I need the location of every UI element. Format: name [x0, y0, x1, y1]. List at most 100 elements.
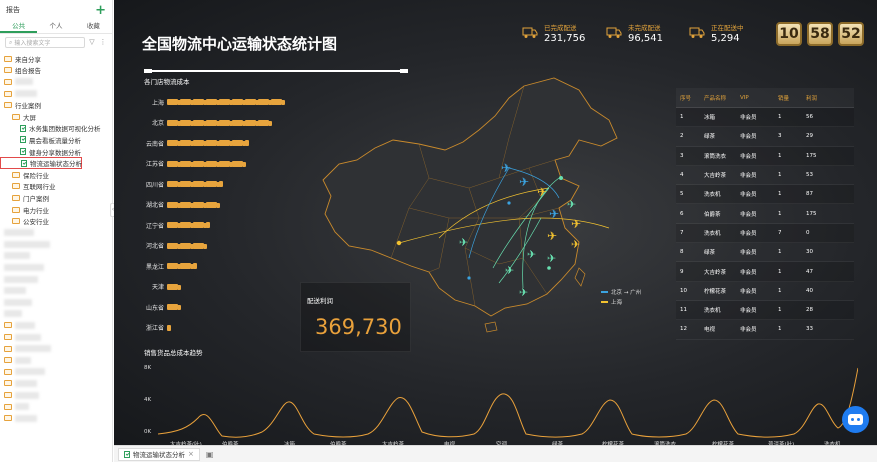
table-row[interactable]: 10 柠檬花茶 非会员 1 40: [676, 282, 854, 301]
folder-item[interactable]: 大屏: [0, 111, 112, 123]
bot-face: [848, 414, 863, 425]
table-cell: 7: [680, 229, 684, 236]
truck-icon: [193, 201, 207, 208]
close-icon[interactable]: ×: [188, 450, 194, 458]
city-label: 天津: [151, 284, 164, 292]
table-row[interactable]: 3 滚筒洗衣 非会员 1 175: [676, 146, 854, 166]
tree-item-label: 物流运输状态分析: [30, 160, 82, 169]
tab-list-icon[interactable]: ▣: [206, 450, 214, 459]
redacted-label: [15, 356, 31, 364]
table-cell: 绿茶: [704, 250, 716, 257]
folder-item[interactable]: [0, 88, 112, 100]
column-header[interactable]: 销量: [778, 94, 806, 102]
folder-item[interactable]: [0, 239, 112, 251]
report-item[interactable]: 水务集团数据可视化分析: [0, 123, 112, 135]
assistant-bot-icon[interactable]: [842, 406, 869, 433]
folder-item[interactable]: 门户案例: [0, 192, 112, 204]
folder-item[interactable]: [0, 389, 112, 401]
tab-logistics-analysis[interactable]: 物流运输状态分析 ×: [118, 447, 200, 461]
report-icon: [124, 450, 130, 458]
add-icon[interactable]: +: [95, 4, 106, 17]
table-row[interactable]: 9 大吉岭茶 非会员 1 47: [676, 262, 854, 282]
table-cell: 4: [680, 172, 684, 179]
report-item[interactable]: 物流运输状态分析: [0, 157, 82, 169]
city-label: 山东省: [145, 304, 164, 312]
folder-item[interactable]: [0, 331, 112, 343]
tab-public[interactable]: 公共: [0, 20, 38, 33]
folder-item[interactable]: [0, 378, 112, 390]
folder-item[interactable]: [0, 366, 112, 378]
plane-icon: ✈: [549, 207, 559, 221]
column-header[interactable]: 序号: [676, 94, 704, 102]
table-cell: 33: [806, 326, 813, 333]
truck-icon: [206, 201, 220, 208]
tab-personal[interactable]: 个人: [37, 20, 74, 33]
truck-icon: [232, 119, 246, 126]
table-cell: 53: [806, 172, 813, 179]
folder-item[interactable]: 互联网行业: [0, 181, 112, 193]
folder-item[interactable]: [0, 354, 112, 366]
folder-item[interactable]: 来自分享: [0, 53, 112, 65]
report-item[interactable]: 晨会看板流量分析: [0, 134, 112, 146]
folder-item[interactable]: [0, 296, 112, 308]
folder-item[interactable]: [0, 76, 112, 88]
table-row[interactable]: 2 绿茶 非会员 3 29: [676, 127, 854, 147]
table-row[interactable]: 8 绿茶 非会员 1 30: [676, 243, 854, 263]
filter-icon[interactable]: ▽: [88, 38, 96, 47]
map-legend-item: 北京 → 广州: [601, 288, 641, 296]
plane-icon: ✈: [519, 286, 528, 299]
folder-item[interactable]: [0, 412, 112, 424]
truck-bar: [167, 304, 181, 311]
plane-icon: ✈: [459, 236, 468, 249]
table-row[interactable]: 1 冰箱 非会员 1 56: [676, 108, 854, 128]
taiwan-shape: [574, 267, 586, 287]
table-row[interactable]: 5 洗衣机 非会员 1 87: [676, 185, 854, 205]
folder-item[interactable]: 组合报告: [0, 65, 112, 77]
folder-item[interactable]: 行业案例: [0, 99, 112, 111]
column-header[interactable]: 产品名称: [704, 94, 740, 102]
folder-item[interactable]: 公安行业: [0, 215, 112, 227]
folder-item[interactable]: [0, 250, 112, 262]
redacted-label: [15, 391, 39, 399]
table-cell: 电视: [704, 327, 716, 334]
cost-row: 江苏省: [140, 154, 282, 175]
sidebar-tabs: 公共 个人 收藏: [0, 20, 112, 34]
folder-item[interactable]: [0, 320, 112, 332]
folder-item[interactable]: [0, 273, 112, 285]
table-row[interactable]: 11 洗衣机 非会员 1 28: [676, 300, 854, 321]
tree-item-label: 行业案例: [15, 102, 41, 111]
folder-item[interactable]: [0, 262, 112, 274]
folder-item[interactable]: [0, 308, 112, 320]
table-cell: 非会员: [740, 250, 757, 257]
column-header[interactable]: VIP: [740, 95, 778, 101]
truck-icon: [180, 140, 194, 147]
stat-pending: 未完成配送 96,541: [606, 22, 663, 44]
more-icon[interactable]: ⋮: [99, 38, 107, 47]
folder-icon: [12, 218, 20, 225]
table-cell: 非会员: [740, 269, 757, 276]
folder-item[interactable]: [0, 285, 112, 297]
table-cell: 2: [680, 133, 684, 140]
table-cell: 滚筒洗衣: [704, 153, 727, 160]
truck-icon: [522, 27, 538, 38]
tab-favorites[interactable]: 收藏: [75, 20, 112, 33]
report-item[interactable]: 健身分享数据分析: [0, 146, 112, 158]
truck-icon: [606, 27, 622, 38]
column-header[interactable]: 利润: [806, 94, 854, 102]
search-input[interactable]: ⌕ 输入搜索文字: [5, 37, 85, 48]
city-label: 辽宁省: [145, 222, 164, 230]
table-row[interactable]: 12 电视 非会员 1 33: [676, 320, 854, 340]
table-row[interactable]: 6 伯爵茶 非会员 1 175: [676, 204, 854, 224]
truck-icon: [193, 263, 197, 270]
folder-item[interactable]: 保险行业: [0, 169, 112, 181]
folder-item[interactable]: 电力行业: [0, 204, 112, 216]
folder-item[interactable]: [0, 227, 112, 239]
profit-kpi-card: 配送利润 369,730: [300, 282, 411, 352]
table-row[interactable]: 7 洗衣机 非会员 7 0: [676, 223, 854, 244]
truck-icon: [245, 99, 259, 106]
folder-item[interactable]: [0, 343, 112, 355]
plane-icon: ✈: [501, 161, 511, 175]
search-icon: ⌕: [9, 38, 13, 46]
folder-item[interactable]: [0, 401, 112, 413]
table-row[interactable]: 4 大吉岭茶 非会员 1 53: [676, 166, 854, 186]
